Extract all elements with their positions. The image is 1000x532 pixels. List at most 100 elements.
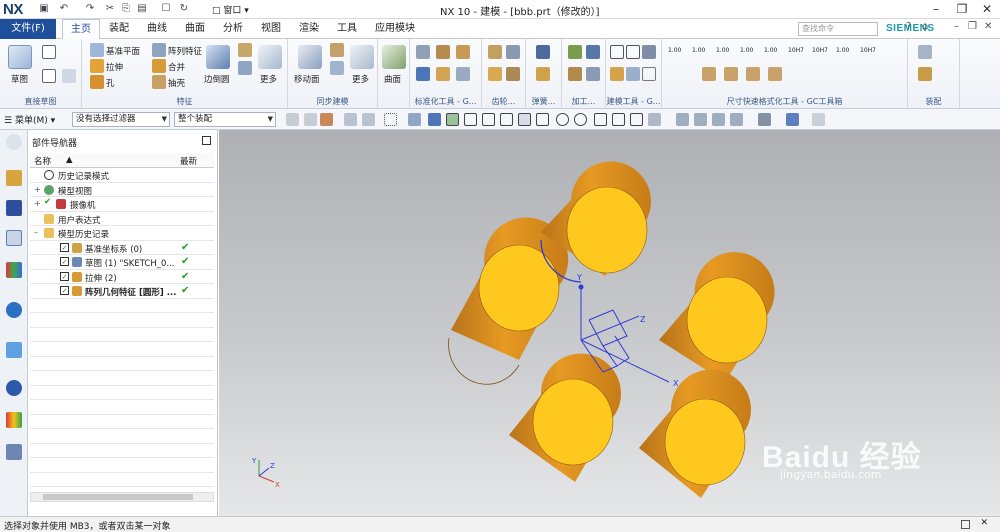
status-close-icon[interactable]: ✕ — [980, 518, 988, 528]
help-icon[interactable]: ? — [906, 21, 911, 32]
visibility-checkbox[interactable]: ✓ — [60, 286, 69, 295]
cylinder-body[interactable] — [509, 353, 621, 482]
snap-quadrant-icon[interactable] — [574, 113, 587, 126]
more-tools-icon[interactable] — [812, 113, 825, 126]
more-features-icon[interactable] — [258, 45, 282, 69]
maximize-panel-button[interactable] — [202, 136, 211, 145]
orient-view-icon[interactable] — [730, 113, 743, 126]
unite-label[interactable]: 合并 — [168, 61, 185, 73]
profile-icon[interactable] — [42, 45, 56, 59]
hole-label[interactable]: 孔 — [106, 77, 115, 89]
gc-icon[interactable] — [416, 67, 430, 81]
snap-on-curve-icon[interactable] — [612, 113, 625, 126]
gc-icon[interactable] — [436, 45, 450, 59]
tab-surface[interactable]: 曲面 — [178, 19, 212, 39]
snap-line-icon[interactable] — [464, 113, 477, 126]
pattern-feature-label[interactable]: 阵列特征 — [168, 45, 202, 57]
gc-icon[interactable] — [436, 67, 450, 81]
select-icon[interactable] — [344, 113, 357, 126]
tab-applications[interactable]: 应用模块 — [368, 19, 422, 39]
pattern-feature-icon[interactable] — [152, 43, 166, 57]
tree-row[interactable]: 用户表达式 — [30, 212, 214, 226]
selection-scope-select[interactable]: 整个装配 ▼ — [174, 112, 276, 127]
tree-row[interactable]: – 模型历史记录 — [30, 226, 214, 241]
fit-view-icon[interactable] — [676, 113, 689, 126]
render-style-icon[interactable] — [758, 113, 771, 126]
tool-icon[interactable] — [610, 67, 624, 81]
tab-curve[interactable]: 曲线 — [140, 19, 174, 39]
select-icon[interactable] — [362, 113, 375, 126]
snap-curve-icon[interactable] — [500, 113, 513, 126]
extrude-icon[interactable] — [90, 59, 104, 73]
select-icon[interactable] — [286, 113, 299, 126]
snap-on-face-icon[interactable] — [630, 113, 643, 126]
tab-view[interactable]: 视图 — [254, 19, 288, 39]
diameter-icon[interactable] — [768, 67, 782, 81]
assembly-constraint-icon[interactable] — [918, 67, 932, 81]
tool-icon[interactable] — [626, 67, 640, 81]
box-select-icon[interactable] — [384, 113, 397, 126]
dimension-format-button[interactable]: 10H7 — [788, 47, 804, 54]
shell-label[interactable]: 抽壳 — [168, 77, 185, 89]
add-component-icon[interactable] — [918, 45, 932, 59]
close-button[interactable]: ✕ — [975, 1, 999, 18]
tab-tools[interactable]: 工具 — [330, 19, 364, 39]
machining-icon[interactable] — [568, 45, 582, 59]
more-sync-label[interactable]: 更多 — [352, 73, 369, 85]
zoom-icon[interactable] — [694, 113, 707, 126]
info-icon[interactable] — [6, 302, 22, 318]
triangle-icon[interactable] — [610, 45, 624, 59]
gear-icon[interactable] — [506, 67, 520, 81]
surface-icon[interactable] — [382, 45, 406, 69]
snap-line-icon[interactable] — [482, 113, 495, 126]
history-icon[interactable] — [6, 380, 22, 396]
copy-icon[interactable]: ⎘ — [120, 3, 132, 15]
dimension-format-button[interactable]: 1.00 — [764, 47, 777, 54]
gear-icon[interactable] — [488, 67, 502, 81]
type-filter-select[interactable]: 没有选择过滤器 ▼ — [72, 112, 170, 127]
process-studio-icon[interactable] — [6, 444, 22, 460]
more-features-label[interactable]: 更多 — [260, 73, 277, 85]
dimension-format-button[interactable]: 1.00 — [692, 47, 705, 54]
scrollbar-thumb[interactable] — [43, 494, 193, 500]
machining-icon[interactable] — [568, 67, 582, 81]
machining-icon[interactable] — [586, 67, 600, 81]
tree-row[interactable]: ✓ 拉伸 (2) ✔ — [30, 270, 214, 284]
square-icon[interactable] — [626, 45, 640, 59]
spring-icon[interactable] — [536, 45, 550, 59]
tree-row[interactable]: 历史记录模式 — [30, 168, 214, 183]
spring-icon[interactable] — [536, 67, 550, 81]
diameter-icon[interactable] — [746, 67, 760, 81]
visibility-checkbox[interactable]: ✓ — [60, 242, 69, 252]
expand-icon[interactable]: + — [34, 185, 41, 193]
tab-assembly[interactable]: 装配 — [102, 19, 136, 39]
unite-icon[interactable] — [152, 59, 166, 73]
visibility-checkbox[interactable]: ✓ — [60, 257, 69, 266]
move-face-icon[interactable] — [298, 45, 322, 69]
gear-icon[interactable] — [488, 45, 502, 59]
gear-icon[interactable] — [506, 45, 520, 59]
snap-icon[interactable] — [320, 113, 333, 126]
chamfer-icon[interactable] — [238, 43, 252, 57]
minimize-button[interactable]: – — [924, 1, 948, 18]
roles-icon[interactable] — [6, 470, 22, 478]
move-face-label[interactable]: 移动面 — [294, 73, 320, 85]
surface-label[interactable]: 曲面 — [384, 73, 401, 85]
save-icon[interactable]: ▣ — [38, 3, 50, 15]
doc-minimize-button[interactable]: – — [954, 21, 959, 32]
horizontal-scrollbar[interactable] — [30, 492, 214, 502]
datum-plane-icon[interactable] — [90, 43, 104, 57]
snap-center-icon[interactable] — [556, 113, 569, 126]
hole-icon[interactable] — [90, 75, 104, 89]
cylinder-body[interactable] — [639, 369, 751, 498]
cut-icon[interactable]: ✂ — [104, 3, 116, 15]
tree-row[interactable]: + 模型视图 — [30, 183, 214, 197]
sort-ascending-icon[interactable]: ▲ — [66, 155, 73, 165]
collapse-icon[interactable]: – — [34, 229, 41, 237]
pull-face-icon[interactable] — [330, 43, 344, 57]
snap-existing-point-icon[interactable] — [594, 113, 607, 126]
select-icon[interactable] — [304, 113, 317, 126]
cube-icon[interactable] — [428, 113, 441, 126]
tab-home[interactable]: 主页 — [62, 19, 100, 39]
dimension-format-button[interactable]: 1.00 — [716, 47, 729, 54]
